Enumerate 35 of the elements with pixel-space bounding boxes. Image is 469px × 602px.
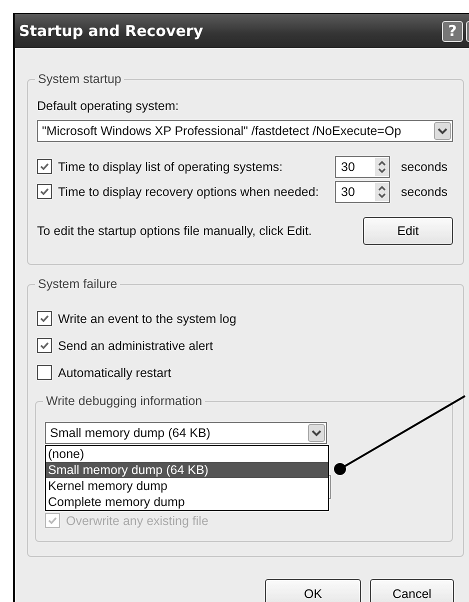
spinner-arrows-icon[interactable] bbox=[375, 158, 389, 176]
window-title: Startup and Recovery bbox=[19, 22, 204, 40]
checkbox-label: Send an administrative alert bbox=[58, 338, 213, 352]
help-button[interactable]: ? bbox=[442, 20, 463, 42]
unit-label: seconds bbox=[401, 184, 449, 198]
cancel-button[interactable]: Cancel bbox=[370, 579, 454, 602]
check-icon bbox=[39, 313, 50, 324]
spinner-arrows-icon[interactable] bbox=[375, 182, 389, 200]
checkbox-label: Automatically restart bbox=[58, 366, 172, 380]
group-legend: System failure bbox=[35, 277, 120, 291]
check-icon bbox=[39, 161, 50, 172]
checkbox[interactable] bbox=[37, 184, 52, 199]
check-icon bbox=[39, 340, 50, 351]
checkbox-label: Write an event to the system log bbox=[58, 312, 236, 326]
spin-box[interactable]: 30 bbox=[335, 180, 390, 202]
checkbox-label: Time to display list of operating systems: bbox=[58, 160, 283, 174]
checkbox[interactable] bbox=[37, 311, 52, 326]
checkbox[interactable] bbox=[37, 365, 52, 380]
checkbox-label: Overwrite any existing file bbox=[66, 514, 208, 528]
field-label: Default operating system: bbox=[37, 98, 180, 115]
hint-text: To edit the startup options file manually, click Edit. bbox=[37, 224, 312, 238]
dropdown[interactable]: "Microsoft Windows XP Professional" /fastdetect /NoExecute=Op bbox=[37, 120, 453, 142]
group-legend: Write debugging information bbox=[43, 394, 206, 408]
group-legend: System startup bbox=[35, 72, 124, 86]
edit-button[interactable]: Edit bbox=[363, 217, 453, 245]
dropdown[interactable]: Small memory dump (64 KB) bbox=[45, 422, 327, 444]
ok-button[interactable]: OK bbox=[265, 579, 361, 602]
list-item[interactable]: Small memory dump (64 KB) bbox=[46, 462, 328, 478]
check-icon bbox=[47, 515, 58, 526]
checkbox[interactable] bbox=[37, 338, 52, 353]
checkbox-label: Time to display recovery options when needed: bbox=[58, 184, 319, 198]
spin-box[interactable]: 30 bbox=[335, 156, 390, 178]
checkbox[interactable] bbox=[37, 159, 52, 174]
check-icon bbox=[39, 186, 50, 197]
unit-label: seconds bbox=[401, 160, 449, 174]
